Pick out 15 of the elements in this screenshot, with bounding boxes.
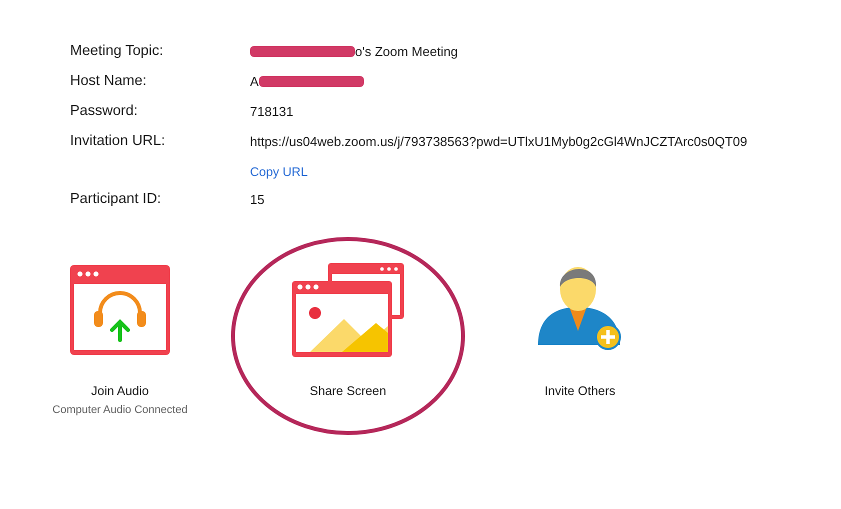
field-value: A: [250, 73, 259, 91]
field-value: https://us04web.zoom.us/j/793738563?pwd=UTlxU1Myb0g2cGl4WnJCZTArc0s0QT09: [250, 133, 748, 151]
status-text: Computer Audio Connected: [52, 404, 188, 416]
field-label: Host Name:: [70, 72, 148, 91]
copy-url-link[interactable]: Copy URL: [250, 165, 308, 179]
action-label: Share Screen: [310, 384, 386, 398]
field-label: Meeting Topic:: [70, 42, 164, 61]
field-label: Participant ID:: [70, 190, 162, 209]
action-label: Join Audio: [91, 384, 149, 398]
action-label: Invite Others: [544, 384, 616, 398]
field-label: Invitation URL:: [70, 132, 166, 151]
field-value: 15: [250, 191, 264, 209]
field-label: Password:: [70, 102, 139, 121]
field-value: o's Zoom Meeting: [355, 43, 458, 61]
field-value: 718131: [250, 103, 294, 121]
